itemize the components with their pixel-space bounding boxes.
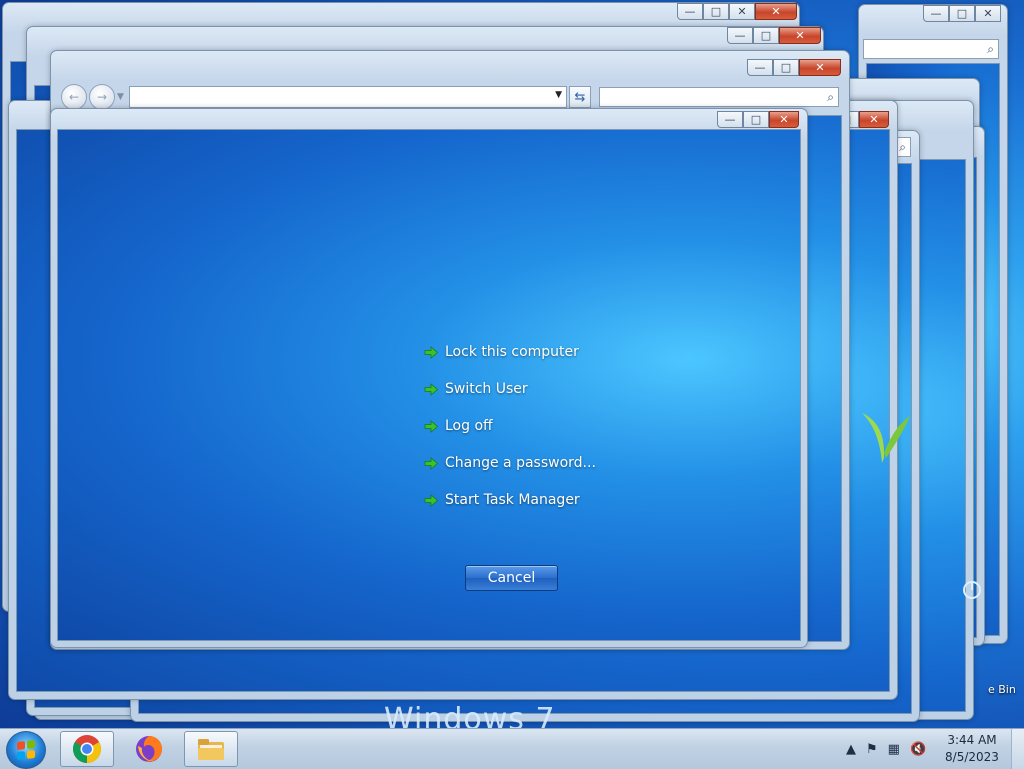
forward-button[interactable]: → xyxy=(89,84,115,110)
lock-computer-option[interactable]: Lock this computer xyxy=(424,340,579,364)
close-button[interactable]: ✕ xyxy=(769,111,799,128)
change-password-option[interactable]: Change a password... xyxy=(424,451,596,475)
taskbar-clock[interactable]: 3:44 AM 8/5/2023 xyxy=(940,732,1004,766)
back-button[interactable]: ← xyxy=(61,84,87,110)
green-arrow-icon xyxy=(424,345,439,360)
show-desktop-button[interactable] xyxy=(1011,729,1024,769)
cancel-button[interactable]: Cancel xyxy=(465,565,558,591)
green-arrow-icon xyxy=(424,456,439,471)
system-tray: ▲ ⚑ ▦ 🔇 xyxy=(846,729,926,769)
back-arrow-icon: ← xyxy=(68,90,80,104)
close-button[interactable]: ✕ xyxy=(755,3,797,20)
window-caption-buttons: — □ ✕ xyxy=(717,111,799,128)
close-button[interactable]: ✕ xyxy=(975,5,1001,22)
maximize-button[interactable]: □ xyxy=(949,5,975,22)
refresh-button[interactable]: ⇆ xyxy=(569,86,591,108)
green-arrow-icon xyxy=(424,419,439,434)
option-label: Start Task Manager xyxy=(445,492,580,508)
recycle-bin-label[interactable]: e Bin xyxy=(988,683,1016,696)
search-icon: ⌕ xyxy=(987,42,994,56)
close-button[interactable]: ✕ xyxy=(779,27,821,44)
option-label: Change a password... xyxy=(445,455,596,471)
folder-icon xyxy=(198,739,224,760)
chrome-icon xyxy=(73,735,101,763)
restore-button[interactable]: ✕ xyxy=(729,3,755,20)
option-label: Log off xyxy=(445,418,493,434)
close-button[interactable]: ✕ xyxy=(859,111,889,128)
refresh-icon: ⇆ xyxy=(574,89,586,105)
window-caption-buttons: — □ ✕ xyxy=(747,59,841,76)
taskbar-explorer-button[interactable] xyxy=(184,731,238,767)
search-icon: ⌕ xyxy=(899,140,906,154)
maximize-button[interactable]: □ xyxy=(743,111,769,128)
option-label: Lock this computer xyxy=(445,344,579,360)
log-off-option[interactable]: Log off xyxy=(424,414,493,438)
minimize-button[interactable]: — xyxy=(923,5,949,22)
window-caption-buttons: — □ ✕ ✕ xyxy=(677,3,797,20)
minimize-button[interactable]: — xyxy=(747,59,773,76)
network-icon[interactable]: ▦ xyxy=(888,742,900,757)
chevron-down-icon[interactable]: ▼ xyxy=(555,90,562,100)
address-bar[interactable]: ▼ xyxy=(129,86,567,108)
green-arrow-icon xyxy=(424,493,439,508)
minimize-button[interactable]: — xyxy=(677,3,703,20)
minimize-button[interactable]: — xyxy=(717,111,743,128)
maximize-button[interactable]: □ xyxy=(703,3,729,20)
taskbar: ▲ ⚑ ▦ 🔇 3:44 AM 8/5/2023 xyxy=(0,728,1024,769)
close-button[interactable]: ✕ xyxy=(799,59,841,76)
windows-logo-icon xyxy=(17,740,35,760)
search-box[interactable]: ⌕ xyxy=(599,87,839,107)
volume-muted-icon[interactable]: 🔇 xyxy=(910,742,926,757)
power-icon[interactable] xyxy=(962,580,982,600)
firefox-icon xyxy=(136,736,163,762)
action-center-icon[interactable]: ⚑ xyxy=(866,742,878,757)
start-task-manager-option[interactable]: Start Task Manager xyxy=(424,488,580,512)
minimize-button[interactable]: — xyxy=(727,27,753,44)
start-button[interactable] xyxy=(6,731,46,769)
taskbar-chrome-button[interactable] xyxy=(60,731,114,767)
forward-arrow-icon: → xyxy=(96,90,108,104)
clock-date: 8/5/2023 xyxy=(945,750,999,764)
maximize-button[interactable]: □ xyxy=(773,59,799,76)
search-box[interactable]: ⌕ xyxy=(863,39,999,59)
option-label: Switch User xyxy=(445,381,528,397)
maximize-button[interactable]: □ xyxy=(753,27,779,44)
clock-time: 3:44 AM xyxy=(947,733,997,747)
history-dropdown-icon[interactable]: ▼ xyxy=(117,92,124,102)
search-icon: ⌕ xyxy=(827,90,834,104)
wallpaper-leaf-logo xyxy=(862,413,910,463)
window-caption-buttons: — □ ✕ xyxy=(923,5,1001,22)
switch-user-option[interactable]: Switch User xyxy=(424,377,528,401)
window-caption-buttons: — □ ✕ xyxy=(727,27,821,44)
taskbar-firefox-button[interactable] xyxy=(122,731,176,767)
show-hidden-icons-icon[interactable]: ▲ xyxy=(846,742,856,757)
green-arrow-icon xyxy=(424,382,439,397)
